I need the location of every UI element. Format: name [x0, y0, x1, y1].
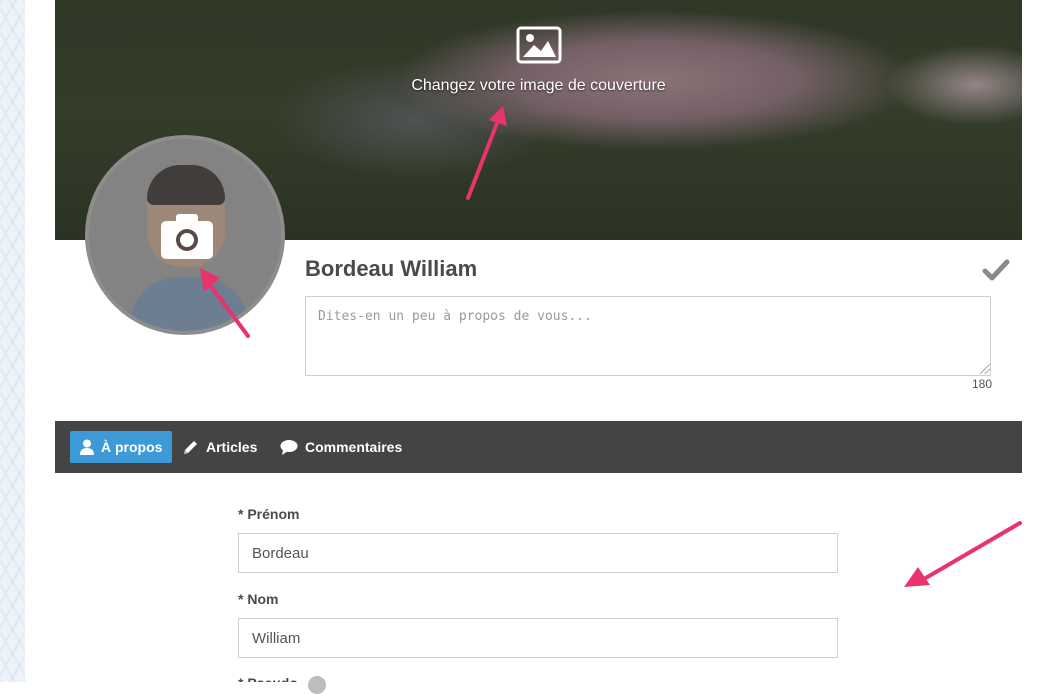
nom-field[interactable]	[238, 618, 838, 658]
bio-textarea[interactable]	[305, 296, 991, 376]
pseudo-label: * Pseudo	[238, 675, 298, 682]
user-icon	[80, 439, 94, 455]
camera-icon[interactable]	[159, 211, 215, 261]
comment-icon	[280, 440, 298, 455]
tab-a-propos[interactable]: À propos	[70, 431, 173, 463]
annotation-arrow-avatar	[200, 268, 250, 338]
textarea-resize-handle[interactable]	[980, 364, 990, 374]
prenom-label: * Prénom	[238, 506, 300, 522]
image-icon	[516, 26, 561, 64]
annotation-arrow-form	[904, 521, 1022, 587]
prenom-field[interactable]	[238, 533, 838, 573]
tab-commentaires[interactable]: Commentaires	[270, 431, 412, 463]
tab-label-a-propos: À propos	[101, 439, 163, 455]
character-counter: 180	[971, 377, 992, 391]
help-icon[interactable]	[308, 676, 326, 694]
side-background-pattern	[0, 0, 25, 682]
annotation-arrow-cover	[466, 106, 507, 200]
pencil-icon	[184, 441, 197, 454]
change-cover-label: Changez votre image de couverture	[411, 77, 666, 94]
change-cover-button[interactable]: Changez votre image de couverture	[55, 26, 1022, 95]
nom-label: * Nom	[238, 591, 279, 607]
tab-articles[interactable]: Articles	[173, 431, 267, 463]
profile-tabbar: À propos Articles Commentaires	[55, 421, 1022, 473]
tab-label-commentaires: Commentaires	[305, 439, 403, 455]
profile-name: Bordeau William	[305, 256, 478, 281]
tab-label-articles: Articles	[206, 439, 258, 455]
check-icon[interactable]	[982, 258, 1010, 282]
